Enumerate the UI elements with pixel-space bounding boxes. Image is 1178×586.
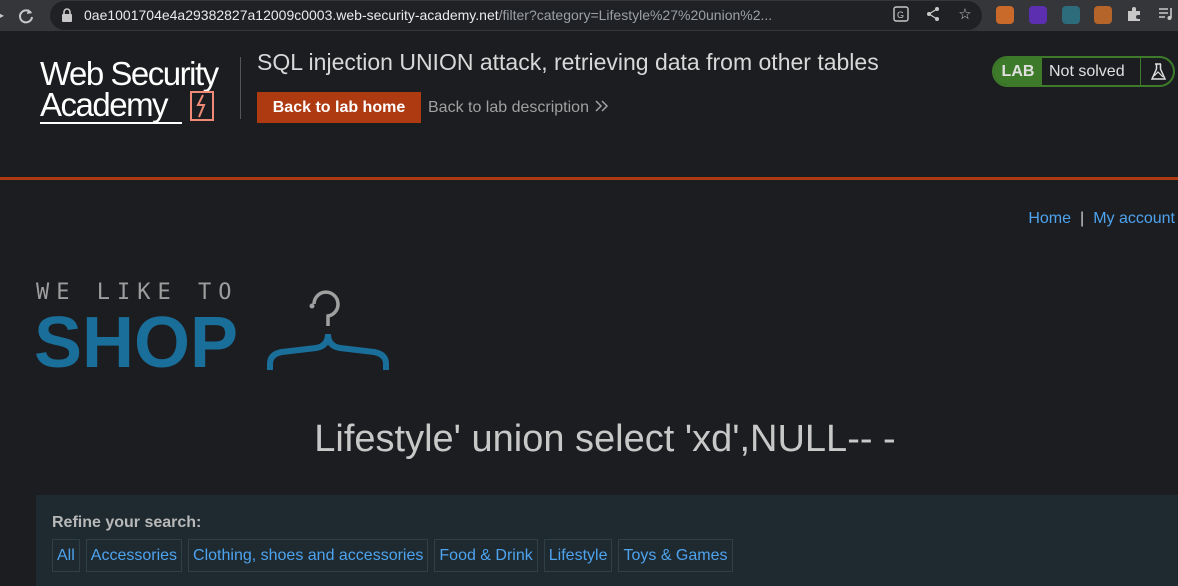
- back-to-lab-description-link[interactable]: Back to lab description: [428, 92, 609, 123]
- logo-line-2: Academy: [40, 86, 169, 123]
- lock-icon[interactable]: [62, 8, 72, 22]
- url-text[interactable]: 0ae1001704e4a29382827a12009c0003.web-sec…: [84, 1, 924, 30]
- media-icon[interactable]: [1157, 6, 1175, 24]
- top-nav: Home | My account: [1028, 210, 1175, 228]
- lab-status-tag: LAB: [994, 58, 1042, 85]
- address-bar[interactable]: 0ae1001704e4a29382827a12009c0003.web-sec…: [50, 1, 982, 30]
- chevron-right-icon: [595, 92, 609, 123]
- back-to-lab-home-button[interactable]: Back to lab home: [257, 92, 421, 123]
- hanger-icon: [267, 290, 389, 370]
- category-accessories[interactable]: Accessories: [85, 539, 183, 572]
- reload-icon[interactable]: [18, 0, 34, 31]
- browser-toolbar: ▸ 0ae1001704e4a29382827a12009c0003.web-s…: [0, 0, 1178, 31]
- share-icon[interactable]: [924, 6, 942, 24]
- shop-logo-word: SHOP: [34, 303, 239, 383]
- category-food-drink[interactable]: Food & Drink: [434, 539, 538, 572]
- category-filters: All Accessories Clothing, shoes and acce…: [52, 539, 733, 572]
- lab-status-widget: LAB Not solved: [992, 56, 1175, 87]
- refine-search-panel: Refine your search: All Accessories Clot…: [36, 495, 1178, 586]
- puzzle-icon[interactable]: [1125, 6, 1143, 24]
- back-to-lab-description-label: Back to lab description: [428, 99, 589, 116]
- url-path: /filter?category=Lifestyle%27%20union%2.…: [498, 7, 773, 23]
- nav-separator: |: [1080, 210, 1085, 227]
- bookmark-star-icon[interactable]: ☆: [956, 6, 974, 24]
- lab-status-text: Not solved: [1049, 63, 1125, 80]
- extension-icon[interactable]: [1029, 6, 1047, 24]
- lab-title: SQL injection UNION attack, retrieving d…: [257, 49, 879, 75]
- header-divider: [240, 57, 241, 119]
- extension-icon[interactable]: [1094, 6, 1112, 24]
- category-toys-games[interactable]: Toys & Games: [618, 539, 733, 572]
- extension-icon[interactable]: [1062, 6, 1080, 24]
- refine-label: Refine your search:: [52, 514, 202, 531]
- logo-bolt-icon: [190, 91, 214, 121]
- academy-logo[interactable]: Web Security Academy: [38, 55, 238, 127]
- svg-text:G: G: [897, 10, 904, 20]
- url-host: 0ae1001704e4a29382827a12009c0003.web-sec…: [84, 7, 499, 23]
- category-all[interactable]: All: [52, 539, 80, 572]
- category-lifestyle[interactable]: Lifestyle: [543, 539, 613, 572]
- lab-header: Web Security Academy SQL injection UNION…: [0, 31, 1178, 180]
- category-clothing[interactable]: Clothing, shoes and accessories: [188, 539, 429, 572]
- back-icon[interactable]: ▸: [0, 0, 6, 31]
- home-link[interactable]: Home: [1028, 210, 1071, 227]
- logo-underline: [40, 122, 182, 124]
- extension-icon[interactable]: [996, 6, 1014, 24]
- shop-logo: WE LIKE TO SHOP: [34, 280, 396, 383]
- flask-icon: [1140, 58, 1173, 85]
- translate-icon[interactable]: G: [892, 6, 910, 24]
- page-heading: Lifestyle' union select 'xd',NULL-- -: [314, 418, 896, 460]
- my-account-link[interactable]: My account: [1093, 210, 1175, 227]
